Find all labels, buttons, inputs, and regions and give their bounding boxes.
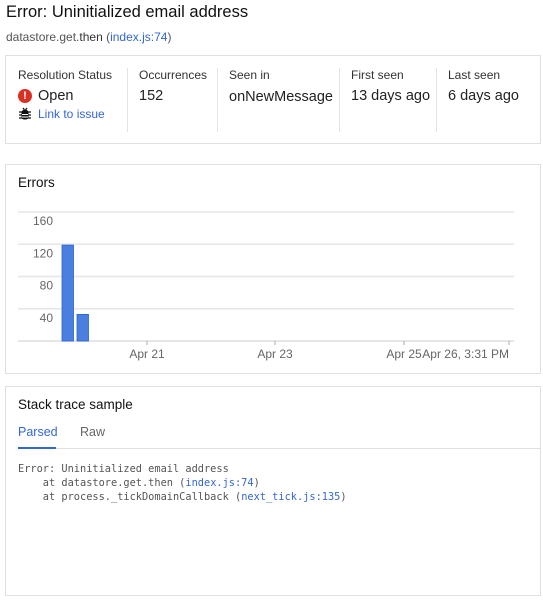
resolution-status: Resolution Status ! Open Link to issue (6, 68, 112, 132)
trace-line: ) (340, 491, 347, 503)
error-icon: ! (18, 89, 32, 103)
tab-raw[interactable]: Raw (80, 425, 105, 449)
last-seen: Last seen 6 days ago (436, 68, 519, 132)
errors-chart: 40 80 120 160 Apr 21 Apr 23 Apr 25 Apr 26, 3:31… (18, 211, 514, 361)
trace-link[interactable]: next_tick.js:135 (241, 491, 340, 503)
value: 6 days ago (448, 88, 519, 104)
source-link[interactable]: index.js:74 (110, 30, 167, 44)
label: Last seen (448, 68, 501, 82)
function-name-bold: then (79, 30, 103, 44)
trace-line: Error: Uninitialized email address (18, 463, 229, 475)
error-location: datastore.get.then (index.js:74) (6, 30, 171, 44)
y-tick-label: 80 (40, 279, 54, 293)
trace-line: at datastore.get.then ( (18, 477, 186, 489)
occurrences: Occurrences 152 (127, 68, 207, 132)
errors-card: Errors 40 80 120 160 Apr 21 Apr 23 Apr 25 Apr 2… (5, 164, 541, 374)
function-name: datastore.get. (6, 30, 80, 44)
x-tick-label: Apr 26, 3:31 PM (422, 347, 509, 361)
paren: ( (102, 30, 111, 44)
value: 13 days ago (351, 88, 431, 104)
y-tick-label: 120 (33, 246, 53, 260)
y-tick-label: 160 (33, 214, 53, 228)
paren: ) (167, 30, 172, 44)
x-tick-label: Apr 23 (257, 347, 293, 361)
seen-in-link[interactable]: onNewMessage (229, 89, 333, 105)
label: Resolution Status (18, 68, 113, 82)
bar (76, 313, 89, 342)
y-tick-label: 40 (40, 311, 54, 325)
page-title: Error: Uninitialized email address (6, 3, 249, 21)
tab-parsed[interactable]: Parsed (18, 425, 58, 449)
seen-in: Seen in onNewMessage (217, 68, 333, 132)
stack-trace-card: Stack trace sample Parsed Raw Error: Uni… (5, 386, 541, 596)
summary-card: Resolution Status ! Open Link to issue O… (5, 55, 541, 144)
status[interactable]: ! Open (18, 88, 112, 104)
stack-trace: Error: Uninitialized email address at da… (18, 462, 347, 504)
status-value: Open (38, 88, 74, 104)
x-tick-label: Apr 21 (129, 347, 165, 361)
x-tick-label: Apr 25 (386, 347, 422, 361)
first-seen: First seen 13 days ago (339, 68, 430, 132)
link-to-issue[interactable]: Link to issue (38, 107, 105, 121)
bar (61, 244, 74, 342)
label: Occurrences (139, 68, 208, 82)
trace-line: at process._tickDomainCallback ( (18, 491, 242, 503)
trace-link[interactable]: index.js:74 (185, 477, 253, 489)
label: First seen (351, 68, 404, 82)
label: Seen in (229, 68, 270, 82)
card-title: Stack trace sample (18, 397, 133, 412)
bug-icon (19, 107, 31, 120)
value: 152 (139, 88, 164, 104)
trace-line: ) (253, 477, 260, 489)
stack-tabs: Parsed Raw (18, 425, 540, 449)
